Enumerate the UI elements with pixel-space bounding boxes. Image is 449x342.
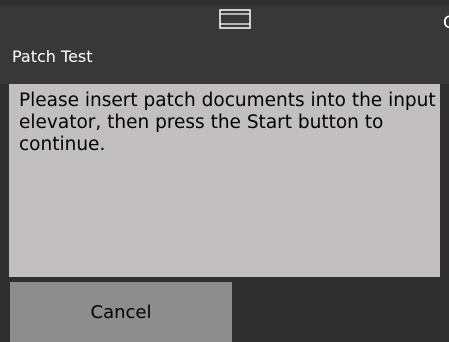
status-indicator: C	[443, 15, 449, 32]
message-panel: Please insert patch documents into the i…	[9, 84, 440, 277]
tray-icon	[219, 9, 251, 29]
cancel-button[interactable]: Cancel	[10, 282, 232, 342]
page-title: Patch Test	[12, 47, 93, 66]
header-bar: C Patch Test	[0, 6, 449, 84]
patch-test-screen: C Patch Test Please insert patch documen…	[0, 0, 449, 342]
instruction-message: Please insert patch documents into the i…	[19, 90, 436, 155]
